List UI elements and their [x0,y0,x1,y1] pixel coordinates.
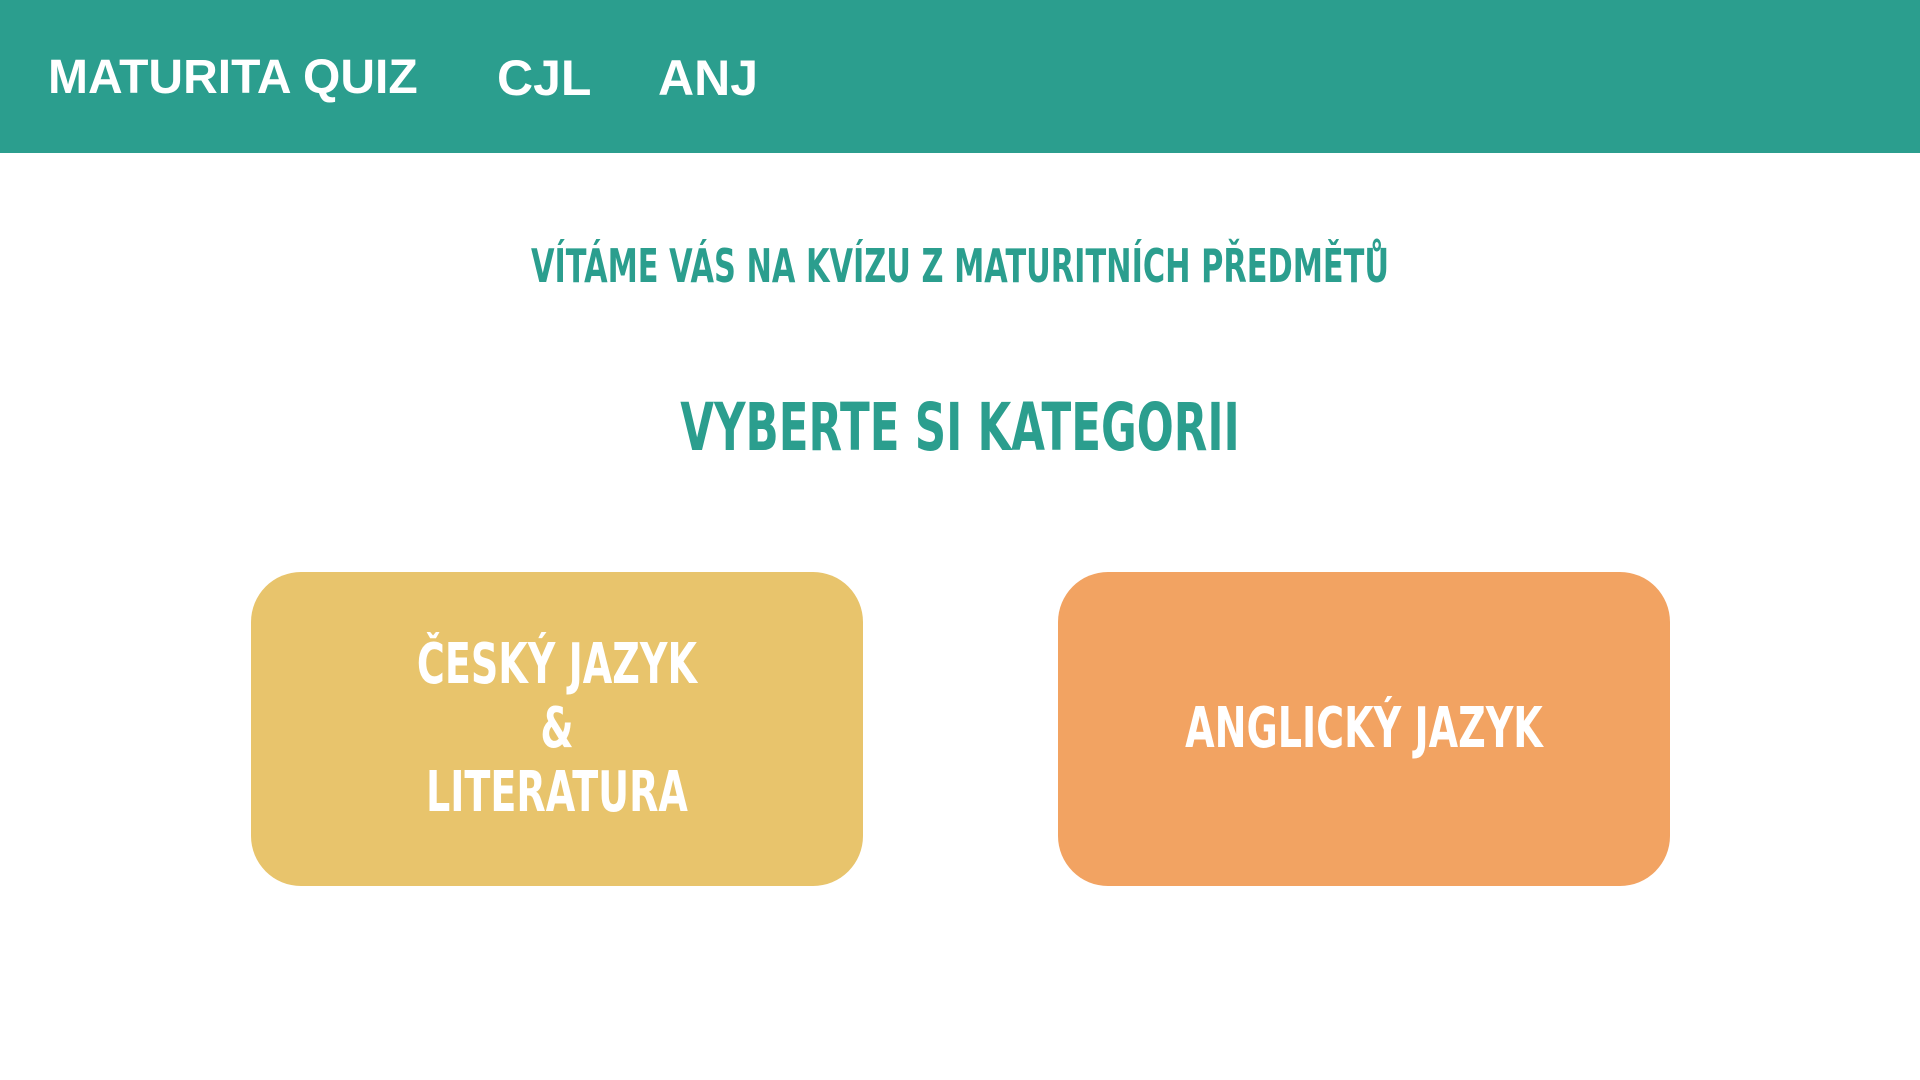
category-label-english: ANGLICKÝ JAZYK [1185,696,1543,761]
top-navbar: MATURITA QUIZ CJL ANJ [0,0,1920,153]
category-label-line: ČESKÝ JAZYK [416,632,698,697]
select-category-heading: VYBERTE SI KATEGORII [680,389,1240,466]
nav-link-cjl[interactable]: CJL [497,50,591,106]
site-logo[interactable]: MATURITA QUIZ [48,50,418,106]
welcome-heading: VÍTÁME VÁS NA KVÍZU Z MATURITNÍCH PŘEDMĚ… [530,239,1390,293]
nav-link-anj[interactable]: ANJ [658,50,758,106]
category-card-czech[interactable]: ČESKÝ JAZYK & LITERATURA [251,572,863,886]
category-label-line: LITERATURA [426,760,688,825]
category-card-english[interactable]: ANGLICKÝ JAZYK [1058,572,1670,886]
category-label-line: & [540,696,574,761]
category-label-czech: ČESKÝ JAZYK & LITERATURA [417,633,697,825]
